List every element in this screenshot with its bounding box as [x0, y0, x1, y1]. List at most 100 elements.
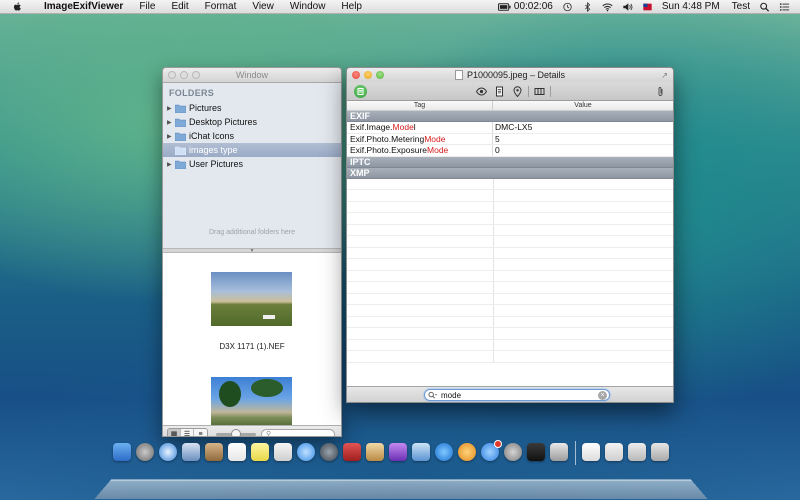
column-header-tag[interactable]: Tag — [347, 101, 493, 110]
spotlight-icon[interactable] — [759, 2, 770, 12]
tag-cell: Exif.Image.Model — [347, 122, 493, 133]
keynote-icon[interactable] — [412, 443, 430, 461]
sidebar-item-label: User Pictures — [189, 159, 244, 169]
finder-icon[interactable] — [113, 443, 131, 461]
system-preferences-icon[interactable] — [504, 443, 522, 461]
sidebar-item-pictures[interactable]: ▶ Pictures — [163, 101, 341, 115]
reminders-icon[interactable] — [274, 443, 292, 461]
user-menu[interactable]: Test — [732, 1, 750, 12]
details-window-title: P1000095.jpeg – Details — [466, 70, 566, 80]
thumbnail-size-slider[interactable] — [216, 428, 256, 436]
group-header-xmp[interactable]: XMP — [347, 167, 673, 179]
app-store-icon[interactable] — [481, 440, 502, 461]
minimize-button[interactable] — [364, 71, 372, 79]
location-pin-icon[interactable] — [511, 85, 524, 98]
tag-cell: Exif.Photo.ExposureMode — [347, 145, 493, 156]
launchpad-icon[interactable] — [136, 443, 154, 461]
close-button[interactable] — [352, 71, 360, 79]
paperclip-icon[interactable] — [654, 85, 667, 98]
itunes-sort-icon[interactable] — [389, 443, 407, 461]
thumbnail-image[interactable] — [211, 377, 292, 425]
eye-icon[interactable] — [475, 85, 488, 98]
notification-badge — [494, 440, 502, 448]
mail-icon[interactable] — [182, 443, 200, 461]
volume-icon[interactable] — [622, 2, 633, 12]
browser-bottom-bar: ▦ ☰ ≡ ⚲ — [163, 425, 341, 436]
sidebar-item-images-type[interactable]: images type — [163, 143, 341, 157]
details-titlebar[interactable]: P1000095.jpeg – Details ↗ — [347, 68, 673, 82]
documents-stack-icon[interactable] — [582, 443, 600, 461]
detail-view-icon[interactable]: ≡ — [194, 428, 207, 436]
browser-search-field[interactable]: ⚲ — [261, 429, 335, 436]
menu-window[interactable]: Window — [282, 0, 334, 14]
browser-window-title: Window — [235, 70, 268, 80]
downloads-stack-icon[interactable] — [605, 443, 623, 461]
menu-format[interactable]: Format — [197, 0, 245, 14]
zoom-button[interactable] — [192, 71, 200, 79]
sidebar-item-label: Pictures — [189, 103, 222, 113]
sidebar-item-ichat-icons[interactable]: ▶ iChat Icons — [163, 129, 341, 143]
itunes-icon[interactable] — [435, 443, 453, 461]
menu-edit[interactable]: Edit — [163, 0, 196, 14]
disclosure-triangle-icon[interactable]: ▶ — [167, 119, 175, 126]
notification-center-icon[interactable] — [779, 2, 790, 12]
trash-icon[interactable] — [651, 443, 669, 461]
search-input[interactable]: mode × — [424, 389, 610, 401]
bluetooth-icon[interactable] — [582, 1, 593, 12]
clock[interactable]: Sun 4:48 PM — [662, 1, 720, 12]
search-icon[interactable] — [425, 391, 439, 399]
value-cell: DMC-LX5 — [495, 122, 533, 132]
disclosure-triangle-icon[interactable]: ▶ — [167, 133, 175, 140]
sidebar-header: FOLDERS — [169, 88, 215, 98]
export-icon[interactable] — [354, 85, 367, 98]
battery-status[interactable]: 00:02:06 — [497, 1, 553, 12]
browser-titlebar[interactable]: Window — [163, 68, 341, 83]
menu-file[interactable]: File — [131, 0, 163, 14]
calendar-icon[interactable] — [228, 443, 246, 461]
terminal-icon[interactable] — [527, 443, 545, 461]
thumbnail-caption: D3X 1171 (1).NEF — [219, 342, 285, 351]
screenshots-stack-icon[interactable] — [628, 443, 646, 461]
messages-icon[interactable] — [297, 443, 315, 461]
time-machine-icon[interactable] — [562, 2, 573, 12]
ibooks-icon[interactable] — [458, 443, 476, 461]
thumbnail-grid: D3X 1171 (1).NEF — [163, 253, 341, 425]
fullscreen-icon[interactable]: ↗ — [661, 71, 668, 80]
photo-booth-icon[interactable] — [343, 443, 361, 461]
table-row[interactable]: Exif.Photo.MeteringMode 5 — [347, 133, 673, 145]
menu-view[interactable]: View — [244, 0, 282, 14]
list-view-icon[interactable]: ☰ — [181, 428, 194, 436]
group-header-iptc[interactable]: IPTC — [347, 156, 673, 168]
disclosure-triangle-icon[interactable]: ▶ — [167, 161, 175, 168]
sidebar-item-desktop-pictures[interactable]: ▶ Desktop Pictures — [163, 115, 341, 129]
clear-search-icon[interactable]: × — [598, 390, 607, 400]
column-header-value[interactable]: Value — [493, 101, 673, 110]
iphoto-icon[interactable] — [366, 443, 384, 461]
wifi-icon[interactable] — [602, 2, 613, 12]
document-info-icon[interactable] — [493, 85, 506, 98]
zoom-button[interactable] — [376, 71, 384, 79]
sidebar-item-user-pictures[interactable]: ▶ User Pictures — [163, 157, 341, 171]
close-button[interactable] — [168, 71, 176, 79]
facetime-icon[interactable] — [320, 443, 338, 461]
slider-knob[interactable] — [231, 428, 241, 436]
safari-icon[interactable] — [159, 443, 177, 461]
apple-menu-icon[interactable] — [10, 1, 24, 13]
contacts-icon[interactable] — [205, 443, 223, 461]
search-bar: mode × — [347, 386, 673, 402]
table-row[interactable]: Exif.Photo.ExposureMode 0 — [347, 145, 673, 157]
minimize-button[interactable] — [180, 71, 188, 79]
table-row[interactable]: Exif.Image.Model DMC-LX5 — [347, 122, 673, 134]
menu-app-name[interactable]: ImageExifViewer — [30, 0, 131, 14]
menu-help[interactable]: Help — [333, 0, 370, 14]
group-header-exif[interactable]: EXIF — [347, 111, 673, 122]
folder-icon — [175, 160, 186, 169]
disclosure-triangle-icon[interactable]: ▶ — [167, 105, 175, 112]
notes-icon[interactable] — [251, 443, 269, 461]
view-mode-selector: ▦ ☰ ≡ — [167, 427, 208, 436]
columns-icon[interactable] — [533, 85, 546, 98]
thumbnail-image[interactable] — [211, 272, 292, 326]
flag-icon[interactable] — [642, 2, 653, 12]
grid-view-icon[interactable]: ▦ — [168, 428, 181, 436]
image-exif-viewer-icon[interactable] — [550, 443, 568, 461]
